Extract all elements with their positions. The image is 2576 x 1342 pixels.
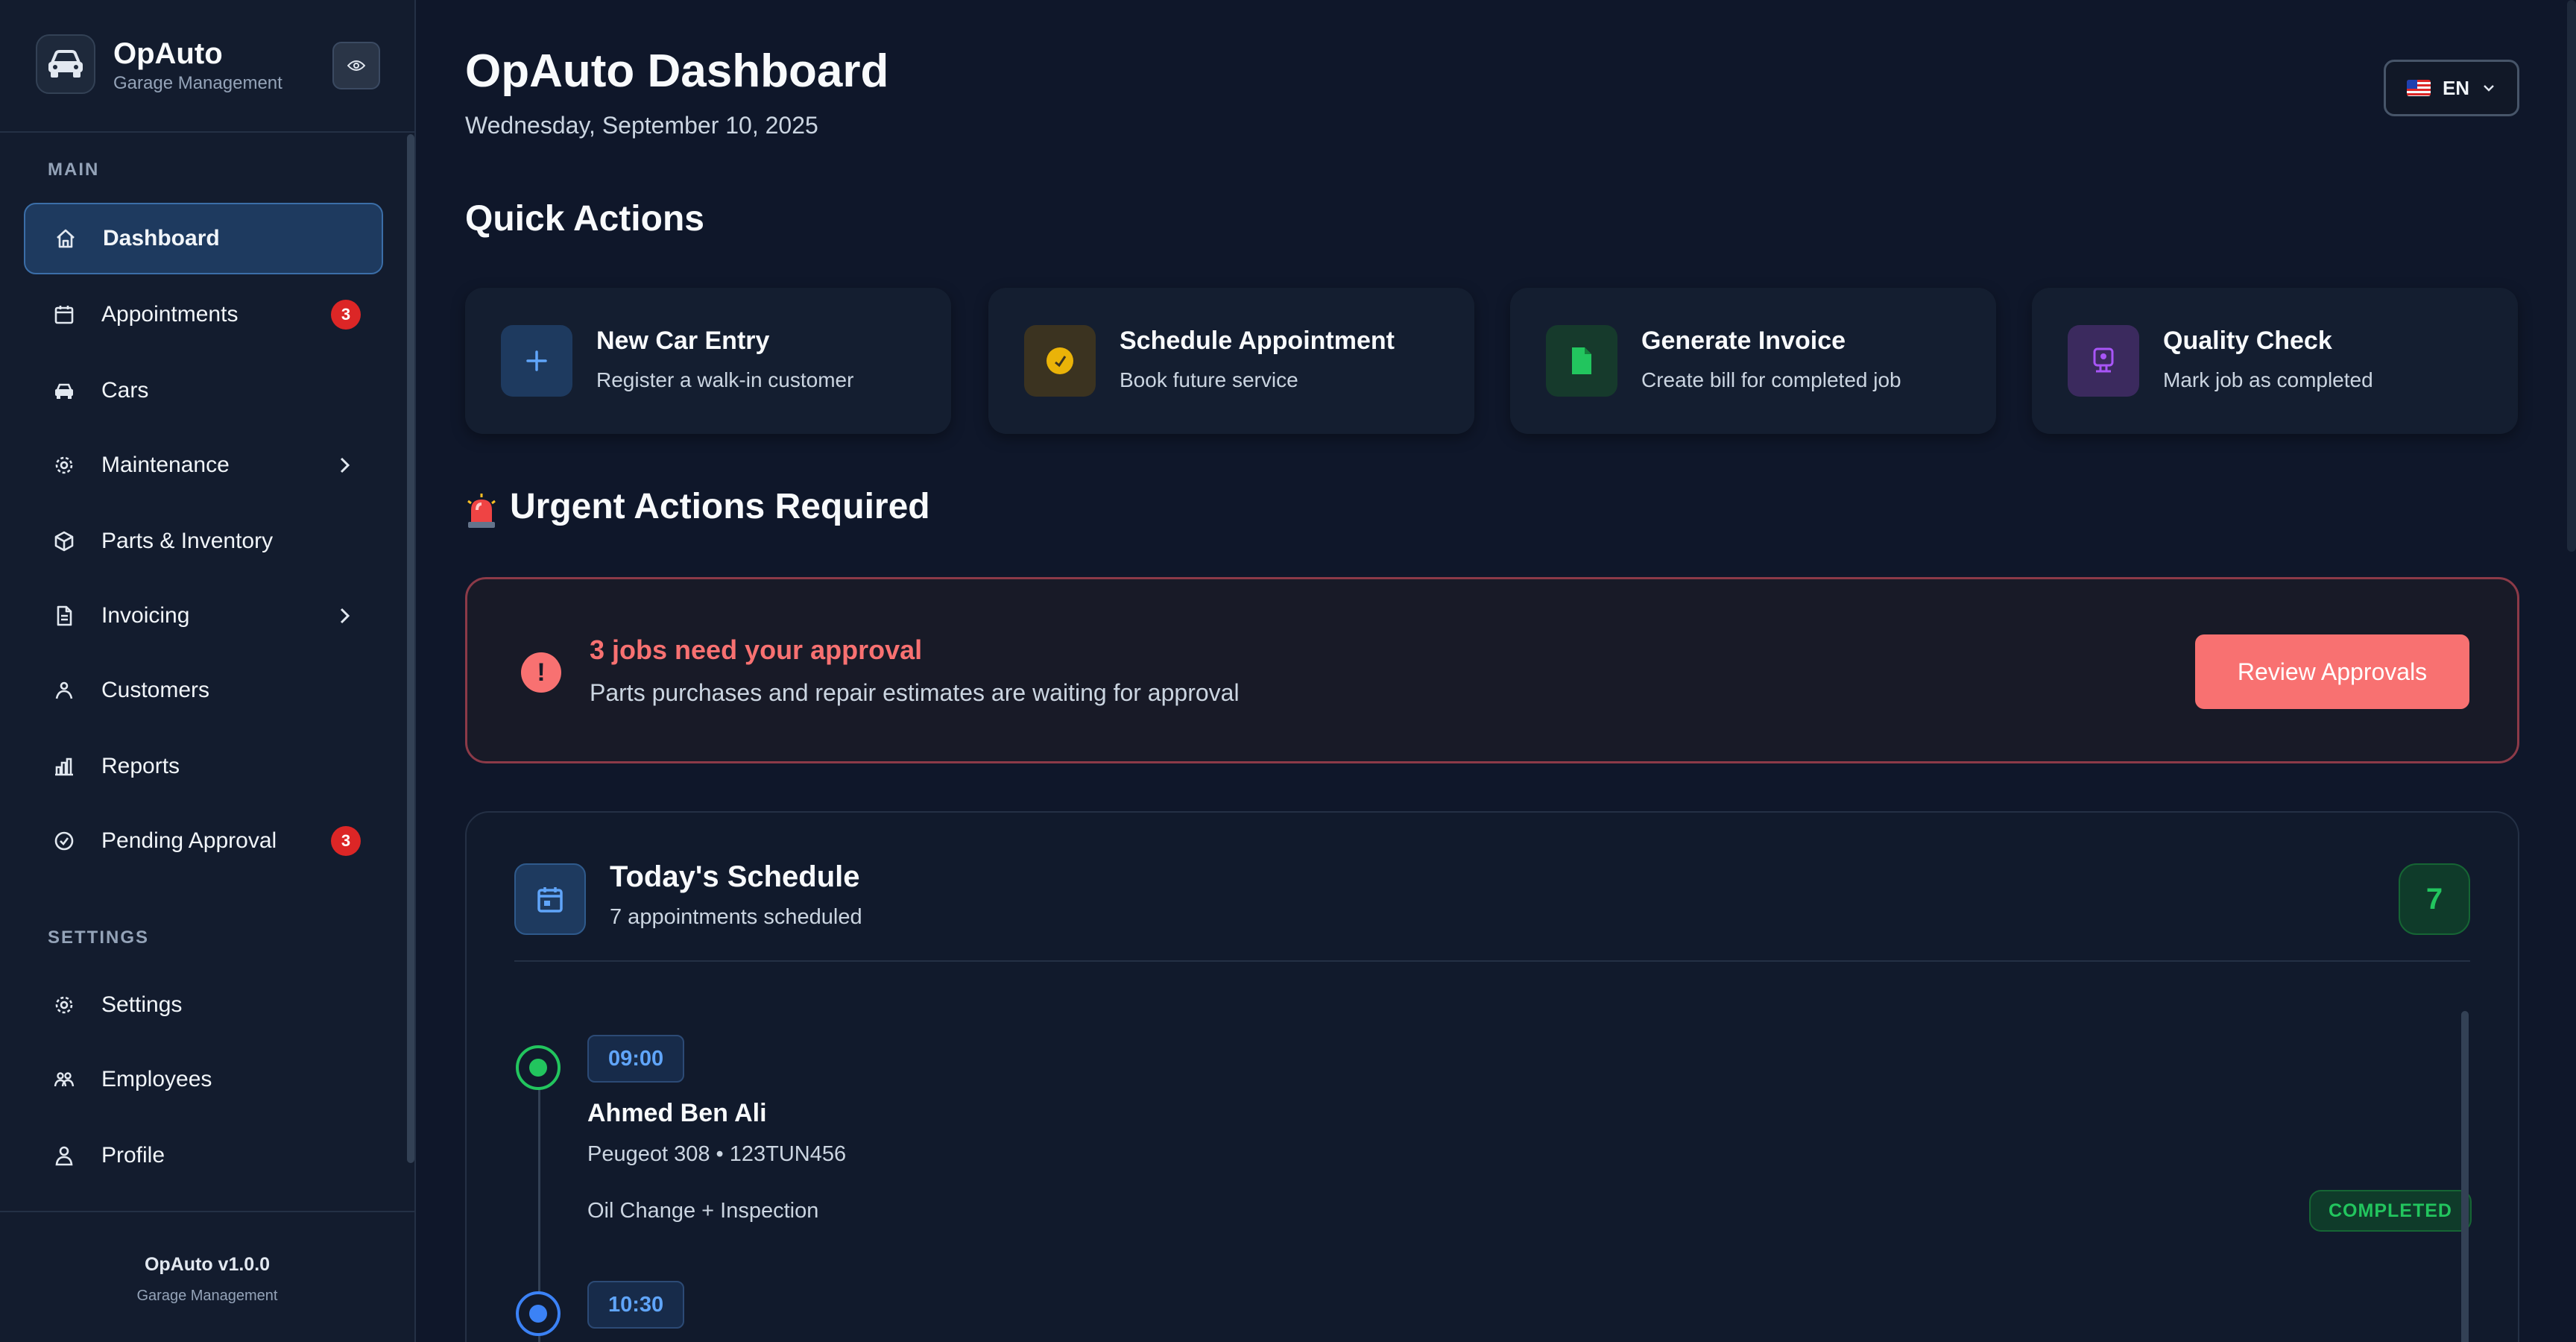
appointment-service: Oil Change + Inspection xyxy=(587,1199,819,1223)
alert-icon: ! xyxy=(521,652,561,693)
check-circle-icon xyxy=(51,828,78,854)
main-scrollbar[interactable] xyxy=(2567,0,2576,552)
sidebar-item-label: Cars xyxy=(101,378,149,403)
box-icon xyxy=(51,528,78,555)
approval-alert: ! 3 jobs need your approval Parts purcha… xyxy=(465,577,2519,763)
quick-action-new-car-entry[interactable]: New Car Entry Register a walk-in custome… xyxy=(465,288,951,434)
sidebar-item-label: Invoicing xyxy=(101,603,190,628)
divider xyxy=(514,960,2470,962)
count-badge: 3 xyxy=(331,826,361,856)
sidebar-item-label: Employees xyxy=(101,1067,212,1091)
sidebar-item-customers[interactable]: Customers xyxy=(24,655,383,726)
sidebar-item-label: Reports xyxy=(101,754,180,778)
brand-name: OpAuto xyxy=(113,37,223,70)
sidebar-item-invoicing[interactable]: Invoicing xyxy=(24,580,383,652)
todays-schedule-card: Today's Schedule 7 appointments schedule… xyxy=(465,811,2519,1342)
sidebar-item-reports[interactable]: Reports xyxy=(24,731,383,802)
clock-icon xyxy=(1024,325,1096,397)
brand-subtitle: Garage Management xyxy=(113,73,282,93)
sidebar-item-label: Settings xyxy=(101,992,183,1017)
quick-action-subtitle: Create bill for completed job xyxy=(1641,368,1901,391)
chevron-right-icon[interactable] xyxy=(332,453,356,477)
gear-icon xyxy=(51,992,78,1018)
timeline-dot-completed xyxy=(516,1045,561,1090)
sidebar-scrollbar[interactable] xyxy=(407,134,414,1163)
sidebar-item-label: Dashboard xyxy=(103,226,220,251)
appointment-car: Peugeot 308 • 123TUN456 xyxy=(587,1142,847,1166)
user-icon xyxy=(51,1142,78,1169)
quick-action-generate-invoice[interactable]: Generate Invoice Create bill for complet… xyxy=(1510,288,1996,434)
app-version: OpAuto v1.0.0 xyxy=(144,1254,271,1275)
page-title: OpAuto Dashboard xyxy=(465,45,889,97)
sidebar-item-label: Maintenance xyxy=(101,453,230,477)
page-date: Wednesday, September 10, 2025 xyxy=(465,112,818,139)
language-label: EN xyxy=(2442,76,2470,99)
quick-action-title: Schedule Appointment xyxy=(1120,327,1395,355)
sidebar: OpAuto Garage Management MAIN Dashboard … xyxy=(0,0,416,1342)
quick-action-quality-check[interactable]: Quality Check Mark job as completed xyxy=(2032,288,2518,434)
schedule-scrollbar[interactable] xyxy=(2461,1011,2469,1342)
car-icon xyxy=(36,34,95,94)
nav-section-main: MAIN xyxy=(48,160,100,180)
alert-title: 3 jobs need your approval xyxy=(590,634,923,665)
appointment-time: 09:00 xyxy=(587,1035,685,1083)
status-badge: COMPLETED xyxy=(2309,1190,2472,1232)
quick-action-title: Generate Invoice xyxy=(1641,327,1846,355)
document-icon xyxy=(51,602,78,629)
sidebar-item-parts-inventory[interactable]: Parts & Inventory xyxy=(24,505,383,577)
quick-action-schedule-appointment[interactable]: Schedule Appointment Book future service xyxy=(988,288,1474,434)
appointment-time: 10:30 xyxy=(587,1281,685,1329)
sidebar-item-label: Customers xyxy=(101,678,210,702)
sidebar-item-label: Profile xyxy=(101,1143,165,1168)
sidebar-item-label: Appointments xyxy=(101,302,239,327)
count-badge: 3 xyxy=(331,300,361,330)
schedule-subtitle: 7 appointments scheduled xyxy=(610,905,862,929)
alert-subtitle: Parts purchases and repair estimates are… xyxy=(590,679,1240,706)
appointment-count-badge: 7 xyxy=(2399,863,2470,935)
appointment-customer[interactable]: Ahmed Ben Ali xyxy=(587,1099,767,1128)
sidebar-item-settings[interactable]: Settings xyxy=(24,969,383,1041)
calendar-icon xyxy=(51,301,78,328)
timeline-dot-upcoming xyxy=(516,1291,561,1336)
quick-action-subtitle: Register a walk-in customer xyxy=(596,368,854,391)
review-approvals-button[interactable]: Review Approvals xyxy=(2195,634,2469,709)
sidebar-item-pending-approval[interactable]: Pending Approval 3 xyxy=(24,805,383,877)
calendar-icon xyxy=(514,863,586,935)
bar-chart-icon xyxy=(51,753,78,780)
file-icon xyxy=(1546,325,1617,397)
sidebar-footer: OpAuto v1.0.0 Garage Management xyxy=(0,1211,414,1342)
language-selector[interactable]: EN xyxy=(2384,60,2519,116)
gear-icon xyxy=(51,452,78,479)
customers-icon xyxy=(51,677,78,704)
quick-action-subtitle: Book future service xyxy=(1120,368,1298,391)
sidebar-item-label: Parts & Inventory xyxy=(101,529,274,553)
quick-action-title: Quality Check xyxy=(2163,327,2332,355)
sidebar-item-appointments[interactable]: Appointments 3 xyxy=(24,279,383,350)
chevron-right-icon[interactable] xyxy=(332,604,356,628)
sidebar-item-cars[interactable]: Cars xyxy=(24,355,383,426)
chevron-down-icon xyxy=(2484,85,2494,92)
view-toggle-button[interactable] xyxy=(332,42,380,89)
us-flag-icon xyxy=(2406,80,2431,96)
home-icon xyxy=(52,225,79,252)
sidebar-item-dashboard[interactable]: Dashboard xyxy=(24,203,383,274)
inspection-icon xyxy=(2068,325,2139,397)
sidebar-item-maintenance[interactable]: Maintenance xyxy=(24,429,383,501)
quick-action-title: New Car Entry xyxy=(596,327,770,355)
sidebar-item-profile[interactable]: Profile xyxy=(24,1120,383,1191)
car-icon xyxy=(51,377,78,404)
sidebar-item-employees[interactable]: Employees xyxy=(24,1044,383,1115)
app-version-subtitle: Garage Management xyxy=(136,1288,278,1304)
eye-icon xyxy=(347,60,365,71)
team-icon xyxy=(51,1066,78,1093)
sidebar-item-label: Pending Approval xyxy=(101,828,277,853)
plus-icon xyxy=(501,325,572,397)
nav-section-settings: SETTINGS xyxy=(48,927,150,948)
schedule-title: Today's Schedule xyxy=(610,860,860,893)
quick-action-subtitle: Mark job as completed xyxy=(2163,368,2373,391)
brand-header: OpAuto Garage Management xyxy=(0,0,414,133)
quick-actions-title: Quick Actions xyxy=(465,199,704,239)
siren-icon xyxy=(467,494,496,528)
urgent-actions-title: Urgent Actions Required xyxy=(510,487,930,526)
